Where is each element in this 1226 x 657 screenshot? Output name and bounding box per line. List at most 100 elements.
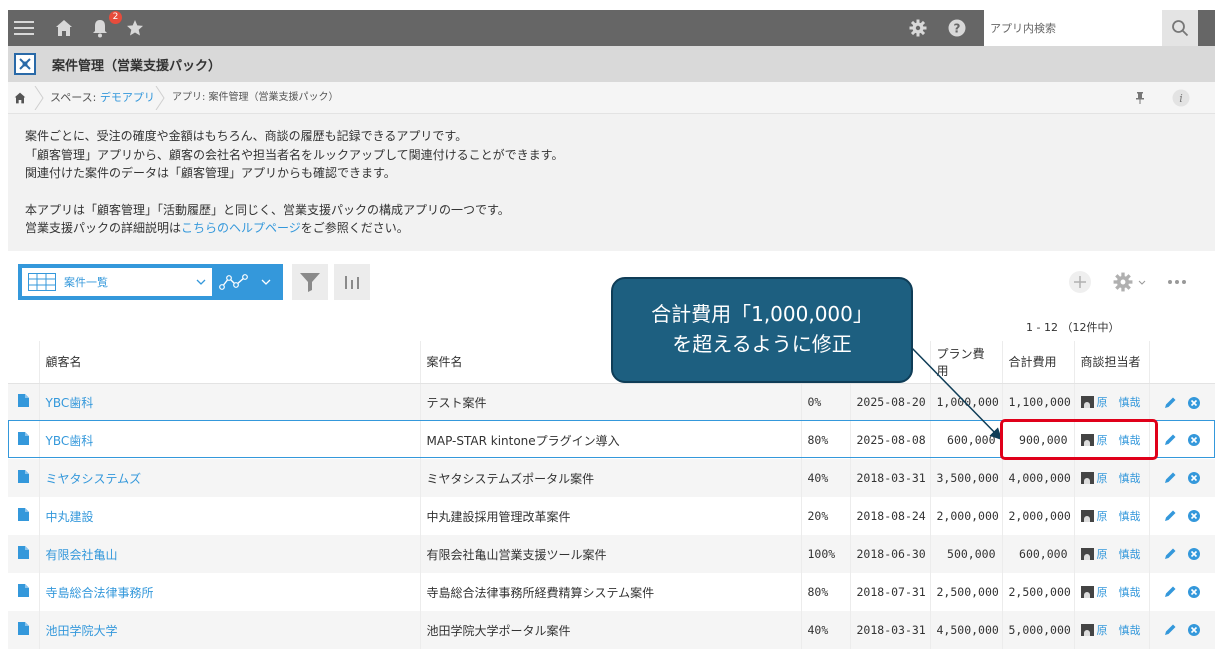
delete-icon[interactable] [1187, 623, 1201, 637]
edit-pencil-icon[interactable] [1163, 585, 1177, 599]
user-chip[interactable]: 原 慎哉 [1080, 584, 1141, 600]
owner-name[interactable]: 原 慎哉 [1097, 394, 1141, 410]
breadcrumb-space-link[interactable]: デモアプリ [100, 91, 155, 104]
app-search-box[interactable] [984, 10, 1162, 46]
delete-icon[interactable] [1187, 433, 1201, 447]
delete-icon[interactable] [1187, 547, 1201, 561]
customer-cell[interactable]: YBC歯科 [38, 383, 420, 421]
user-chip[interactable]: 原 慎哉 [1080, 508, 1141, 524]
owner-name[interactable]: 原 慎哉 [1097, 546, 1141, 562]
breadcrumb: スペース: デモアプリ アプリ: 案件管理（営業支援パック） i [8, 82, 1215, 114]
bar-chart-icon [345, 276, 359, 289]
customer-link[interactable]: 中丸建設 [46, 510, 94, 524]
owner-cell: 原 慎哉 [1073, 383, 1149, 421]
app-search-input[interactable] [990, 21, 1150, 35]
customer-cell[interactable]: 中丸建設 [38, 497, 420, 535]
search-button[interactable] [1162, 10, 1198, 46]
customer-cell[interactable]: ミヤタシステムズ [38, 459, 420, 497]
customer-cell[interactable]: 寺島総合法律事務所 [38, 573, 420, 611]
row-actions-cell [1148, 383, 1215, 421]
table-view-icon [28, 273, 56, 291]
record-detail-cell[interactable] [8, 611, 39, 649]
delete-icon[interactable] [1187, 585, 1201, 599]
edit-pencil-icon[interactable] [1163, 471, 1177, 485]
edit-pencil-icon[interactable] [1163, 623, 1177, 637]
document-icon[interactable] [17, 546, 29, 559]
deal-cell: 寺島総合法律事務所経費精算システム案件 [419, 573, 801, 611]
customer-cell[interactable]: 有限会社亀山 [38, 535, 420, 573]
header-customer[interactable]: 顧客名 [38, 341, 420, 384]
owner-name[interactable]: 原 慎哉 [1097, 432, 1141, 448]
table-row[interactable]: 中丸建設 中丸建設採用管理改革案件 20% 2018-08-24 2,000,000 2,… [8, 497, 1215, 535]
edit-pencil-icon[interactable] [1163, 509, 1177, 523]
description-line: 関連付けた案件のデータは「顧客管理」アプリからも確認できます。 [25, 166, 396, 180]
graph-dropdown[interactable] [216, 264, 283, 300]
edit-pencil-icon[interactable] [1163, 433, 1177, 447]
customer-cell[interactable]: 池田学院大学 [38, 611, 420, 649]
user-chip[interactable]: 原 慎哉 [1080, 622, 1141, 638]
document-icon[interactable] [17, 584, 29, 597]
header-plan-cost[interactable]: プラン費用 [929, 341, 1002, 384]
filter-button[interactable] [292, 264, 328, 300]
home-icon[interactable] [52, 10, 76, 46]
document-icon[interactable] [17, 470, 29, 483]
table-row[interactable]: 寺島総合法律事務所 寺島総合法律事務所経費精算システム案件 80% 2018-07-3… [8, 573, 1215, 611]
more-options-button[interactable] [1166, 270, 1188, 294]
add-record-button[interactable] [1068, 270, 1092, 294]
owner-name[interactable]: 原 慎哉 [1097, 470, 1141, 486]
customer-link[interactable]: ミヤタシステムズ [46, 472, 142, 486]
delete-icon[interactable] [1187, 471, 1201, 485]
customer-link[interactable]: 寺島総合法律事務所 [46, 586, 154, 600]
chart-button[interactable] [334, 264, 370, 300]
owner-name[interactable]: 原 慎哉 [1097, 584, 1141, 600]
owner-name[interactable]: 原 慎哉 [1097, 508, 1141, 524]
help-icon[interactable]: ? [945, 10, 969, 46]
customer-link[interactable]: 池田学院大学 [46, 624, 118, 638]
header-owner[interactable]: 商談担当者 [1073, 341, 1149, 384]
document-icon[interactable] [17, 622, 29, 635]
owner-name[interactable]: 原 慎哉 [1097, 622, 1141, 638]
description-line: 本アプリは「顧客管理」「活動履歴」と同じく、営業支援パックの構成アプリの一つです… [25, 202, 510, 217]
document-icon[interactable] [17, 432, 29, 445]
star-icon[interactable] [123, 10, 147, 46]
record-detail-cell[interactable] [8, 573, 39, 611]
gear-icon [1113, 272, 1132, 292]
breadcrumb-home-icon[interactable] [14, 82, 26, 114]
date-cell: 2025-08-20 [849, 383, 930, 421]
pin-icon[interactable] [1135, 82, 1145, 114]
header-total-cost[interactable]: 合計費用 [1001, 341, 1074, 384]
table-row[interactable]: 池田学院大学 池田学院大学ポータル案件 40% 2018-03-31 4,500,000… [8, 611, 1215, 649]
customer-cell[interactable]: YBC歯科 [38, 421, 420, 459]
user-chip[interactable]: 原 慎哉 [1080, 546, 1141, 562]
user-chip[interactable]: 原 慎哉 [1080, 394, 1141, 410]
user-chip[interactable]: 原 慎哉 [1080, 432, 1141, 448]
record-detail-cell[interactable] [8, 459, 39, 497]
table-row[interactable]: ミヤタシステムズ ミヤタシステムズポータル案件 40% 2018-03-31 3,500… [8, 459, 1215, 497]
menu-icon[interactable] [12, 10, 36, 46]
customer-link[interactable]: YBC歯科 [46, 396, 94, 410]
date-cell: 2018-07-31 [849, 573, 930, 611]
delete-icon[interactable] [1187, 396, 1201, 410]
user-chip[interactable]: 原 慎哉 [1080, 470, 1141, 486]
table-row[interactable]: YBC歯科 テスト案件 0% 2025-08-20 1,000,000 1,100,000… [8, 383, 1215, 421]
description-line: 営業支援パックの詳細説明はこちらのヘルプページをご参照ください。 [25, 219, 1215, 238]
deal-cell: 中丸建設採用管理改革案件 [419, 497, 801, 535]
document-icon[interactable] [17, 394, 29, 408]
table-row[interactable]: YBC歯科 MAP-STAR kintoneプラグイン導入 80% 2025-08-0… [8, 421, 1215, 459]
customer-link[interactable]: YBC歯科 [46, 434, 94, 448]
view-dropdown[interactable]: 案件一覧 [22, 268, 212, 296]
record-detail-cell[interactable] [8, 421, 39, 459]
edit-pencil-icon[interactable] [1163, 396, 1177, 410]
app-info-icon[interactable]: i [1172, 82, 1190, 114]
edit-pencil-icon[interactable] [1163, 547, 1177, 561]
gear-icon[interactable] [906, 10, 930, 46]
record-detail-cell[interactable] [8, 497, 39, 535]
record-detail-cell[interactable] [8, 535, 39, 573]
record-detail-cell[interactable] [8, 383, 39, 421]
settings-dropdown[interactable] [1110, 270, 1148, 294]
delete-icon[interactable] [1187, 509, 1201, 523]
customer-link[interactable]: 有限会社亀山 [46, 548, 118, 562]
table-row[interactable]: 有限会社亀山 有限会社亀山営業支援ツール案件 100% 2018-06-30 500,0… [8, 535, 1215, 573]
document-icon[interactable] [17, 508, 29, 521]
help-page-link[interactable]: こちらのヘルプページ [181, 221, 301, 235]
